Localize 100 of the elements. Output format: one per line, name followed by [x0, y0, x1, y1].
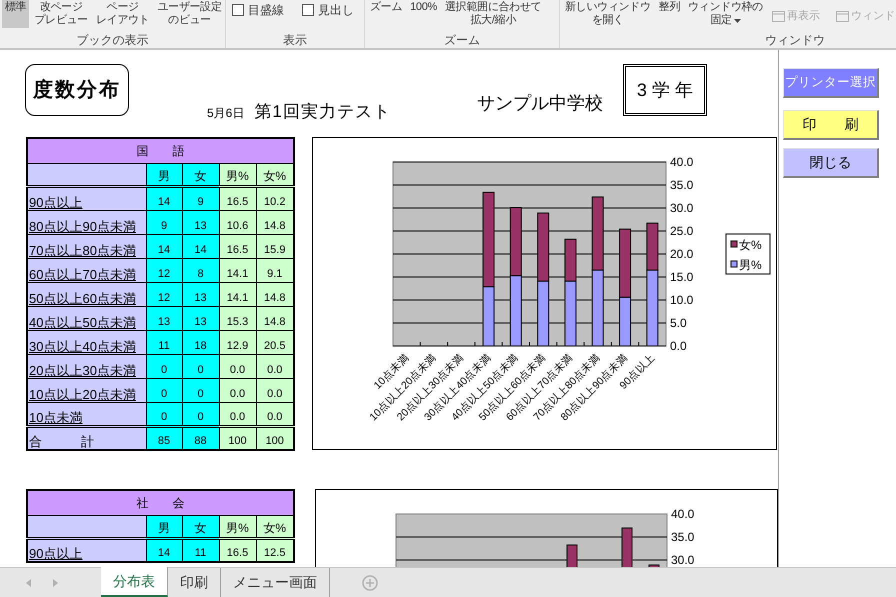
ribbon-button[interactable]: ユーザー設定 のビュー — [154, 0, 225, 28]
table-cell: 0.0 — [219, 378, 256, 402]
table-cell: 10.6 — [219, 210, 256, 234]
table-cell: 11 — [182, 538, 219, 562]
add-icon[interactable] — [362, 574, 378, 590]
table-cell: 0 — [182, 354, 219, 378]
row-label: 60点以上70点未満 — [27, 258, 146, 282]
left-arrow-icon[interactable] — [26, 578, 31, 586]
axis-label: 10.0 — [670, 293, 694, 307]
table-cell: 13 — [146, 306, 182, 330]
ribbon-button[interactable]: 選択範囲に合わせて 拡大/縮小 — [442, 0, 544, 28]
row-label: 90点以上 — [27, 186, 146, 210]
ribbon-button[interactable]: 100% — [407, 0, 440, 28]
grade-box: 3 学 年 — [622, 64, 707, 116]
test-date: 5月6日 — [207, 106, 244, 120]
table-cell: 14.1 — [219, 258, 256, 282]
table-cell: 88 — [182, 426, 219, 450]
ribbon-button[interactable]: 新しいウィンドウ を開く — [562, 0, 654, 28]
axis-label: 35.0 — [671, 530, 694, 544]
legend-label: 女% — [739, 238, 762, 252]
table-cell: 9 — [182, 186, 219, 210]
table-cell: 14.8 — [256, 306, 294, 330]
axis-label: 0.0 — [670, 339, 687, 353]
axis-label: 30.0 — [671, 553, 694, 567]
column-header: 女 — [182, 163, 219, 186]
table-cell: 14.8 — [256, 282, 294, 306]
ribbon-button[interactable]: 整列 — [656, 0, 684, 28]
table-cell: 100 — [256, 426, 294, 450]
ribbon-button[interactable]: ズーム — [367, 0, 406, 28]
row-label: 20点以上30点未満 — [27, 354, 146, 378]
table-cell: 8 — [182, 258, 219, 282]
axis-label: 25.0 — [670, 224, 694, 238]
checkbox[interactable] — [232, 4, 244, 16]
table-cell: 14 — [182, 234, 219, 258]
column-header: 女% — [256, 515, 294, 538]
window-icon — [836, 10, 849, 22]
row-label: 10点以上20点未満 — [27, 378, 146, 402]
axis-label: 15.0 — [670, 270, 694, 284]
sheet-tab[interactable]: メニュー画面 — [221, 568, 330, 597]
subject-header: 国 語 — [27, 138, 294, 163]
group-label: ウィンドウ — [765, 33, 825, 47]
table-cell: 12 — [146, 282, 182, 306]
axis-label: 5.0 — [670, 316, 687, 330]
row-label: 80点以上90点未満 — [27, 210, 146, 234]
group-label: 表示 — [283, 33, 307, 47]
row-label: 30点以上40点未満 — [27, 330, 146, 354]
bar — [622, 528, 632, 567]
sheet-button[interactable]: 印 刷 — [783, 110, 879, 140]
table-cell: 16.5 — [219, 186, 256, 210]
sheet-tab[interactable]: 分布表 — [101, 567, 168, 597]
school-name: サンプル中学校 — [476, 92, 603, 115]
table-cell: 85 — [146, 426, 182, 450]
table-cell: 13 — [182, 282, 219, 306]
ribbon-button[interactable]: 標準 — [2, 0, 30, 28]
ribbon-button[interactable]: 改ページ プレビュー — [31, 0, 91, 28]
table-cell: 9 — [146, 210, 182, 234]
table-cell: 12 — [146, 258, 182, 282]
table-cell: 16.5 — [219, 234, 256, 258]
table-cell: 0.0 — [256, 354, 294, 378]
axis-label: 20.0 — [670, 247, 694, 261]
checkbox[interactable] — [302, 4, 314, 16]
table-cell: 0 — [146, 378, 182, 402]
axis-label: 40.0 — [671, 507, 694, 521]
group-label: ズーム — [444, 33, 480, 47]
table-cell: 14 — [146, 538, 182, 562]
subject-header: 社 会 — [27, 490, 294, 515]
table-cell: 100 — [219, 426, 256, 450]
table-cell: 0.0 — [219, 354, 256, 378]
right-arrow-icon[interactable] — [53, 578, 58, 586]
test-name: 第1回実力テスト — [254, 103, 391, 121]
column-header: 女 — [182, 515, 219, 538]
table-cell: 20.5 — [256, 330, 294, 354]
table-cell: 0.0 — [256, 378, 294, 402]
checkbox-label: 見出し — [318, 2, 354, 19]
table-cell: 16.5 — [219, 538, 256, 562]
table-cell: 9.1 — [256, 258, 294, 282]
sheet-tab[interactable]: 印刷 — [168, 568, 221, 597]
ribbon-button[interactable]: ウィンドウ枠の 固定 — [685, 0, 766, 28]
table-cell: 13 — [182, 210, 219, 234]
ribbon-button[interactable]: ページ レイアウト — [92, 0, 152, 28]
table-cell: 14.1 — [219, 282, 256, 306]
checkbox-label: 目盛線 — [248, 2, 284, 19]
bar — [566, 544, 578, 567]
window-icon — [772, 10, 785, 22]
axis-label: 35.0 — [670, 178, 694, 192]
column-header: 男 — [146, 163, 182, 186]
row-label: 50点以上60点未満 — [27, 282, 146, 306]
table-cell: 12.9 — [219, 330, 256, 354]
column-header: 男% — [219, 163, 256, 186]
table-cell: 14 — [146, 186, 182, 210]
column-header: 女% — [256, 163, 294, 186]
group-label: ブックの表示 — [76, 33, 148, 47]
table-cell: 18 — [182, 330, 219, 354]
axis-label: 40.0 — [670, 155, 694, 169]
sheet-button[interactable]: 閉じる — [783, 148, 879, 178]
column-header: 男 — [146, 515, 182, 538]
row-label: 90点以上 — [27, 538, 146, 562]
table-cell: 12.5 — [256, 538, 294, 562]
row-label: 合 計 — [27, 426, 146, 450]
sheet-title: 度数分布 — [25, 64, 129, 116]
